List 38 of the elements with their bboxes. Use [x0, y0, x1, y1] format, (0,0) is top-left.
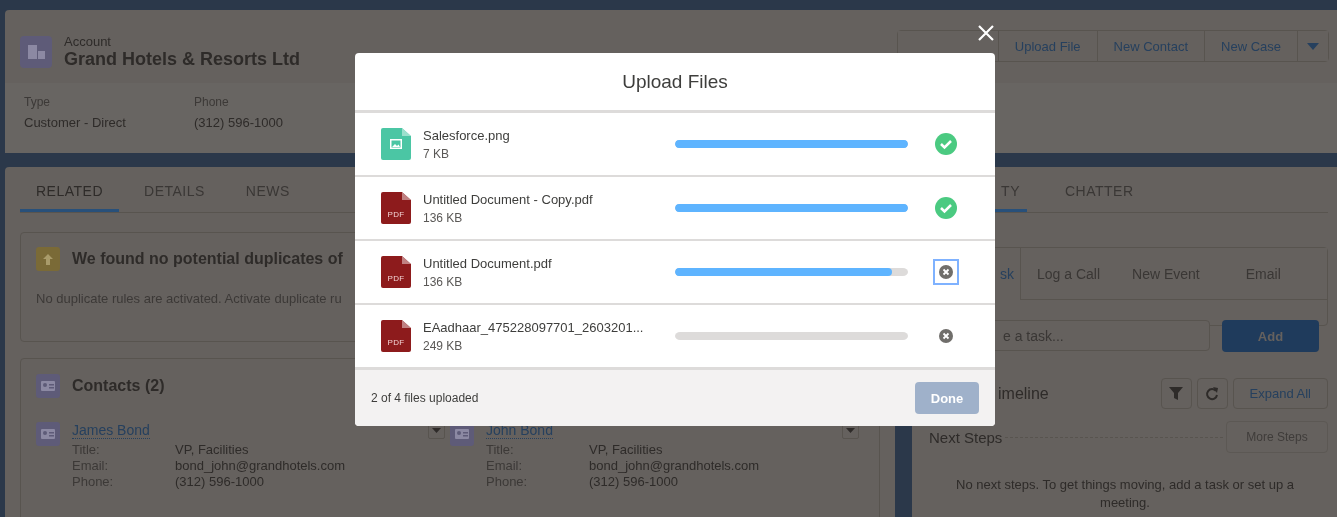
- filter-icon: [1169, 387, 1184, 400]
- file-size: 7 KB: [423, 146, 449, 161]
- contact-name-link[interactable]: James Bond: [72, 422, 150, 439]
- pdf-file-icon: PDF: [381, 192, 411, 224]
- close-icon: [977, 24, 995, 42]
- pdf-file-icon: PDF: [381, 256, 411, 288]
- file-name: EAadhaar_475228097701_2603201...: [423, 319, 644, 335]
- card-heading: Contacts (2): [72, 377, 165, 395]
- close-button[interactable]: [977, 24, 995, 42]
- caret-icon: [1307, 42, 1319, 50]
- caret-icon: [432, 428, 441, 433]
- file-name: Untitled Document - Copy.pdf: [423, 191, 593, 207]
- file-size: 249 KB: [423, 338, 463, 353]
- cancel-upload-button[interactable]: [936, 262, 956, 282]
- field-value: bond_john@grandhotels.com: [589, 458, 760, 473]
- dialog-title: Upload Files: [355, 53, 995, 113]
- expand-all-button[interactable]: Expand All: [1232, 378, 1328, 409]
- cancel-upload-button[interactable]: [936, 326, 956, 346]
- contact-icon: [36, 374, 60, 398]
- refresh-icon: [1205, 386, 1220, 401]
- file-name: Untitled Document.pdf: [423, 255, 552, 271]
- add-button[interactable]: Add: [1222, 320, 1319, 352]
- record-tab[interactable]: RELATED: [20, 167, 120, 212]
- file-size: 136 KB: [423, 210, 463, 225]
- account-icon: [20, 35, 52, 68]
- timeline-title: imeline: [998, 384, 1049, 403]
- field-value: (312) 596-1000: [194, 115, 283, 130]
- close-icon: [939, 265, 953, 279]
- contact-icon: [36, 422, 60, 446]
- image-file-icon: [381, 128, 411, 160]
- close-icon: [939, 329, 953, 343]
- caret-icon: [846, 428, 855, 433]
- upload-summary: 2 of 4 files uploaded: [371, 391, 479, 405]
- field-value: bond_john@grandhotels.com: [175, 458, 346, 473]
- pdf-file-icon: PDF: [381, 320, 411, 352]
- file-size: 136 KB: [423, 274, 463, 289]
- field-value: Customer - Direct: [24, 115, 126, 130]
- file-name: Salesforce.png: [423, 127, 510, 143]
